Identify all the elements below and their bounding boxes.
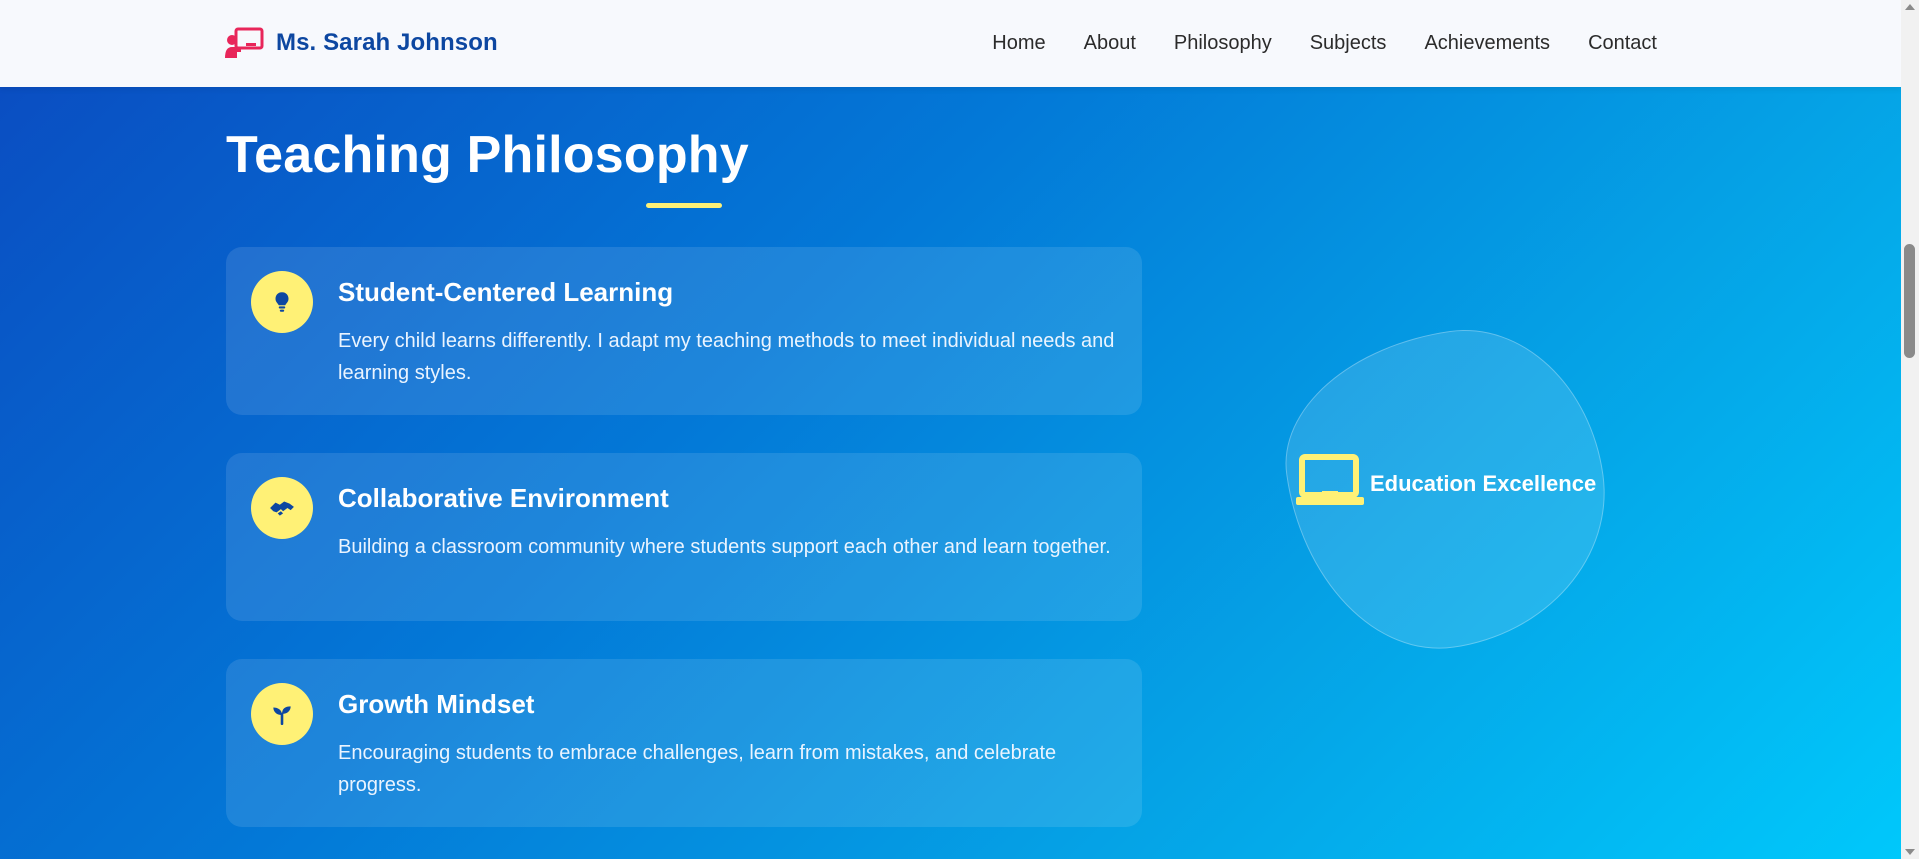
main-nav: Home About Philosophy Subjects Achieveme… bbox=[992, 30, 1657, 56]
lightbulb-icon bbox=[251, 271, 313, 333]
teacher-chalkboard-icon bbox=[225, 27, 264, 58]
philosophy-card-growth-mindset: Growth Mindset Encouraging students to e… bbox=[226, 659, 1142, 827]
scroll-up-arrow-icon[interactable] bbox=[1905, 4, 1915, 10]
scroll-down-arrow-icon[interactable] bbox=[1905, 849, 1915, 855]
site-header: Ms. Sarah Johnson Home About Philosophy … bbox=[0, 0, 1901, 87]
nav-home[interactable]: Home bbox=[992, 30, 1045, 56]
nav-achievements[interactable]: Achievements bbox=[1424, 30, 1550, 56]
card-title: Collaborative Environment bbox=[338, 483, 669, 513]
card-title: Student-Centered Learning bbox=[338, 277, 674, 307]
card-text: Encouraging students to embrace challeng… bbox=[338, 742, 1057, 796]
badge-label: Education Excellence bbox=[1370, 471, 1597, 496]
nav-contact[interactable]: Contact bbox=[1588, 30, 1657, 56]
brand-link[interactable]: Ms. Sarah Johnson bbox=[225, 26, 498, 60]
vertical-scrollbar[interactable] bbox=[1901, 0, 1919, 859]
card-title: Growth Mindset bbox=[338, 689, 535, 719]
nav-about[interactable]: About bbox=[1084, 30, 1136, 56]
scroll-thumb[interactable] bbox=[1904, 244, 1915, 358]
education-badge: Education Excellence bbox=[1296, 453, 1596, 507]
title-underline bbox=[646, 203, 722, 208]
seedling-icon bbox=[251, 683, 313, 745]
section-title: Teaching Philosophy bbox=[226, 126, 749, 184]
card-text: Every child learns differently. I adapt … bbox=[338, 330, 1115, 384]
nav-philosophy[interactable]: Philosophy bbox=[1174, 30, 1272, 56]
handshake-icon bbox=[251, 477, 313, 539]
philosophy-card-collaborative: Collaborative Environment Building a cla… bbox=[226, 453, 1142, 621]
laptop-icon bbox=[1296, 454, 1364, 505]
philosophy-card-student-centered: Student-Centered Learning Every child le… bbox=[226, 247, 1142, 415]
philosophy-section: Teaching Philosophy Student-Centered Lea… bbox=[0, 87, 1901, 859]
nav-subjects[interactable]: Subjects bbox=[1310, 30, 1387, 56]
brand-name: Ms. Sarah Johnson bbox=[276, 29, 498, 56]
card-text: Building a classroom community where stu… bbox=[338, 536, 1111, 558]
